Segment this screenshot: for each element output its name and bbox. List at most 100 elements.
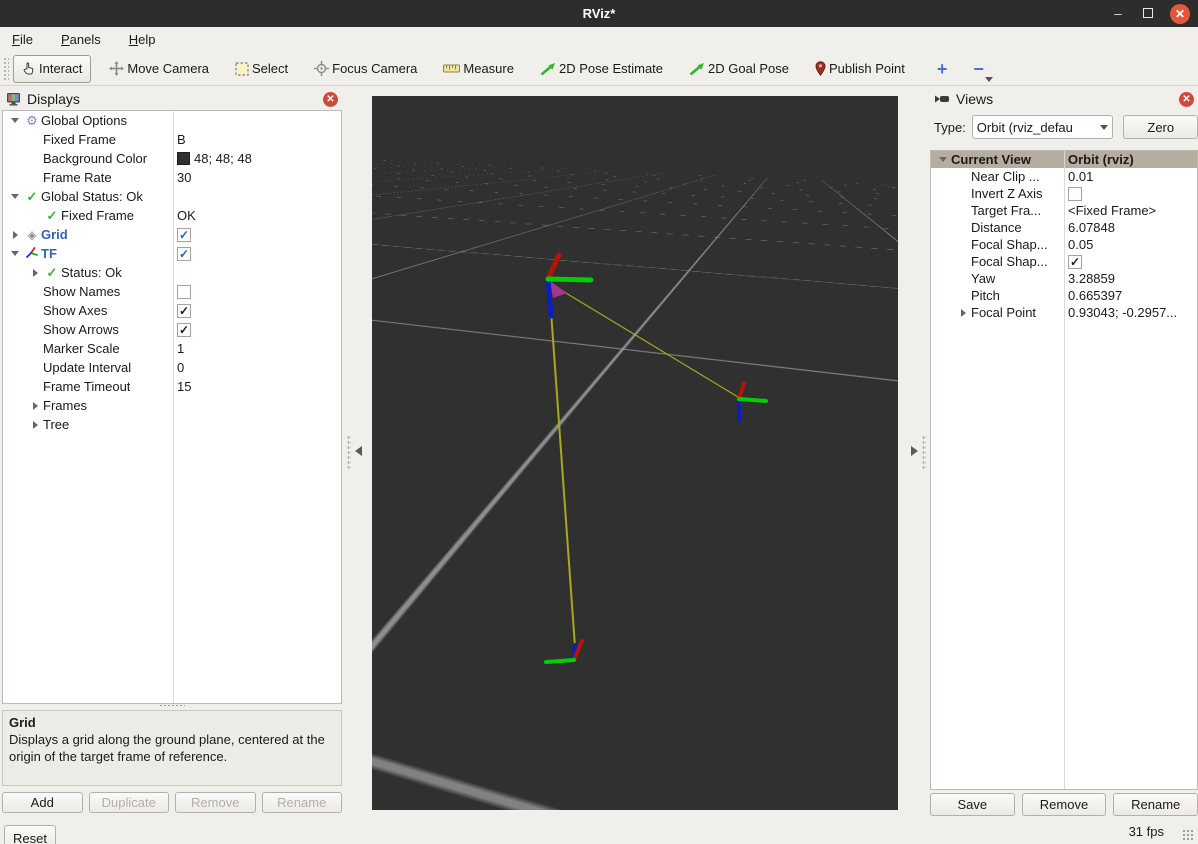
tool-interact[interactable]: Interact (13, 54, 92, 83)
checkbox[interactable] (1068, 186, 1082, 201)
right-splitter-dots[interactable] (922, 435, 926, 469)
views-close-icon[interactable]: ✕ (1179, 91, 1194, 107)
tree-row-update-interval[interactable]: Update Interval 0 (3, 358, 341, 377)
tree-row-global-options[interactable]: ⚙ Global Options (3, 111, 341, 130)
tool-2d-pose-estimate[interactable]: 2D Pose Estimate (532, 55, 671, 83)
checkbox[interactable]: ✓ (177, 322, 191, 337)
tree-row-tf[interactable]: TF ✓ (3, 244, 341, 263)
menu-item-help[interactable]: Help (127, 30, 158, 49)
tree-row-grid[interactable]: ◈ Grid ✓ (3, 225, 341, 244)
tree-row-global-status-ok[interactable]: ✓ Global Status: Ok (3, 187, 341, 206)
expand-right-icon[interactable] (7, 230, 23, 239)
tool-move-camera[interactable]: Move Camera (101, 55, 217, 83)
tree-row-status-ok[interactable]: ✓ Status: Ok (3, 263, 341, 282)
tree-row-fixed-frame[interactable]: Fixed Frame B (3, 130, 341, 149)
expand-down-icon[interactable] (935, 157, 951, 162)
left-splitter-dots[interactable] (347, 435, 351, 469)
reset-button[interactable]: Reset (4, 825, 56, 844)
maximize-button[interactable] (1140, 6, 1156, 21)
tree-row-fixed-frame[interactable]: ✓ Fixed Frame OK (3, 206, 341, 225)
value-text: B (177, 132, 186, 147)
close-window-button[interactable]: ✕ (1170, 3, 1190, 24)
tool-select[interactable]: Select (227, 55, 296, 83)
collapse-left-panel-icon[interactable] (355, 446, 362, 456)
checkbox[interactable] (177, 284, 191, 299)
color-swatch (177, 152, 190, 165)
value-text: 0 (177, 360, 185, 375)
column-divider[interactable] (173, 111, 174, 703)
focus-icon (314, 61, 330, 76)
fps-counter: 31 fps (1128, 824, 1164, 839)
displays-close-icon[interactable]: ✕ (323, 91, 338, 107)
tree-value (177, 284, 191, 299)
3d-viewport[interactable] (372, 96, 898, 810)
value-text: 3.28859 (1068, 271, 1115, 286)
checkbox[interactable]: ✓ (1068, 254, 1082, 269)
remove-tool-button[interactable]: − (973, 60, 993, 82)
tree-label: TF (41, 246, 57, 261)
title-bar[interactable]: RViz* – ✕ (0, 0, 1198, 27)
expand-right-icon[interactable] (27, 268, 43, 277)
tool-focus-camera[interactable]: Focus Camera (306, 55, 425, 83)
resize-grip[interactable] (1182, 829, 1194, 841)
add-button[interactable]: Add (2, 792, 83, 813)
rename-button: Rename (261, 792, 342, 813)
tree-label: Focal Shap... (971, 237, 1048, 252)
tf-frames-overlay (544, 252, 768, 664)
value-text: 0.665397 (1068, 288, 1123, 303)
expand-down-icon[interactable] (7, 251, 23, 256)
displays-tree: ⚙ Global Options Fixed Frame B Background Co… (2, 110, 342, 704)
monitor-icon (7, 93, 20, 106)
views-type-row: Type: Orbit (rviz_defau Zero (930, 114, 1198, 140)
hand-icon (22, 61, 36, 76)
displays-panel-header[interactable]: Displays ✕ (2, 88, 342, 110)
checkbox[interactable]: ✓ (177, 303, 191, 318)
tree-row-show-axes[interactable]: Show Axes ✓ (3, 301, 341, 320)
add-tool-button[interactable]: + (937, 60, 948, 78)
check-icon: ✓ (46, 207, 58, 223)
tool-2d-goal-pose[interactable]: 2D Goal Pose (681, 55, 797, 83)
tool-publish-point[interactable]: Publish Point (807, 55, 913, 83)
expand-right-icon[interactable] (955, 308, 971, 317)
expand-down-icon[interactable] (7, 194, 23, 199)
tool-measure[interactable]: Measure (435, 55, 522, 83)
tree-row-show-arrows[interactable]: Show Arrows ✓ (3, 320, 341, 339)
tree-row-frames[interactable]: Frames (3, 396, 341, 415)
checkbox[interactable]: ✓ (177, 246, 191, 261)
tree-row-marker-scale[interactable]: Marker Scale 1 (3, 339, 341, 358)
displays-splitter-handle[interactable] (159, 704, 185, 708)
check-icon: ✓ (46, 264, 58, 280)
tree-value: 1 (177, 341, 184, 356)
column-divider[interactable] (1064, 151, 1065, 789)
minimize-button[interactable]: – (1110, 6, 1126, 21)
tree-row-frame-rate[interactable]: Frame Rate 30 (3, 168, 341, 187)
checkbox[interactable]: ✓ (177, 227, 191, 242)
tree-row-tree[interactable]: Tree (3, 415, 341, 434)
menu-item-panels[interactable]: Panels (59, 30, 103, 49)
zero-button[interactable]: Zero (1123, 115, 1198, 139)
tree-row-frame-timeout[interactable]: Frame Timeout 15 (3, 377, 341, 396)
toolbar-drag-handle[interactable] (3, 56, 9, 81)
tree-row-show-names[interactable]: Show Names (3, 282, 341, 301)
tool-label: 2D Goal Pose (708, 61, 789, 76)
description-body: Displays a grid along the ground plane, … (9, 732, 325, 764)
remove-tool-dropdown-icon[interactable] (984, 76, 993, 82)
menu-bar: File Panels Help (0, 27, 1198, 52)
menu-item-file[interactable]: File (10, 30, 35, 49)
tree-value: ✓ (177, 246, 191, 261)
collapse-right-panel-icon[interactable] (911, 446, 918, 456)
tree-row-background-color[interactable]: Background Color 48; 48; 48 (3, 149, 341, 168)
value-text: Orbit (rviz) (1068, 152, 1134, 167)
move-icon (109, 61, 125, 76)
displays-panel: Displays ✕ ⚙ Global Options Fixed Frame B Ba… (2, 88, 342, 818)
expand-down-icon[interactable] (7, 118, 23, 123)
view-type-select[interactable]: Orbit (rviz_defau (971, 115, 1114, 139)
rename-button[interactable]: Rename (1113, 793, 1198, 816)
expand-right-icon[interactable] (27, 420, 43, 429)
save-button[interactable]: Save (930, 793, 1015, 816)
remove-button[interactable]: Remove (1021, 793, 1107, 816)
views-panel-header[interactable]: Views ✕ (930, 88, 1198, 110)
camera-icon (935, 95, 949, 103)
tree-value (1068, 186, 1082, 201)
expand-right-icon[interactable] (27, 401, 43, 410)
